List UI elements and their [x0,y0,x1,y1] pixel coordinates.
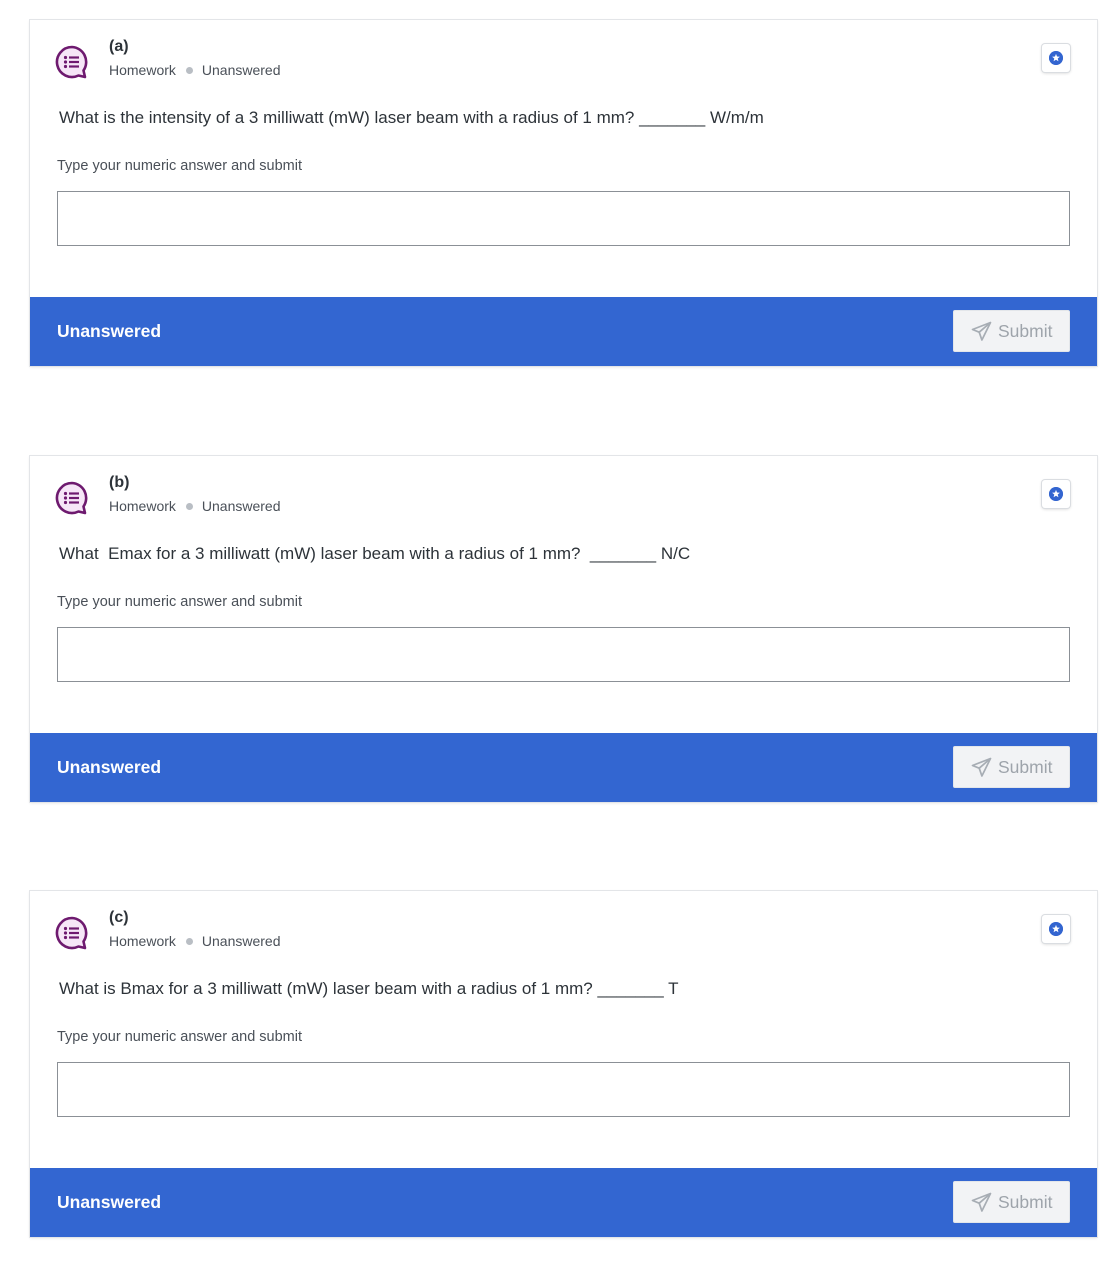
submit-label: Submit [998,321,1053,341]
answer-instruction: Type your numeric answer and submit [57,158,302,174]
star-icon [1049,487,1063,501]
submit-button[interactable]: Submit [953,746,1070,788]
question-card-a: (a) Homework Unanswered What is the inten… [30,20,1097,366]
status-label: Unanswered [201,498,281,514]
answer-instruction: Type your numeric answer and submit [57,1029,302,1045]
status-label: Unanswered [201,62,281,78]
category-label: Homework [109,933,176,949]
numeric-question-icon [55,45,88,79]
question-meta: Homework Unanswered [109,498,281,514]
answer-instruction: Type your numeric answer and submit [57,594,302,610]
question-text: What is the intensity of a 3 milliwatt (… [59,108,764,127]
status-label: Unanswered [201,933,281,949]
footer-status: Unanswered [57,757,162,777]
card-footer: Unanswered Submit [30,1168,1097,1237]
category-label: Homework [109,498,176,514]
card-footer: Unanswered Submit [30,297,1097,366]
numeric-question-icon [55,916,88,950]
question-text: What Emax for a 3 milliwatt (mW) laser b… [59,544,691,563]
separator-dot [185,938,193,946]
question-meta: Homework Unanswered [109,933,281,949]
send-icon [971,1192,992,1212]
send-icon [971,321,992,341]
footer-status: Unanswered [57,1192,162,1212]
question-meta: Homework Unanswered [109,62,281,78]
question-title: (b) [109,474,130,491]
question-card-b: (b) Homework Unanswered What Emax for a 3… [30,456,1097,802]
numeric-answer-input[interactable] [57,627,1070,682]
question-card-c: (c) Homework Unanswered What is Bmax for … [30,891,1097,1237]
send-icon [971,757,992,777]
star-icon [1049,51,1063,65]
numeric-question-icon [55,481,88,515]
card-footer: Unanswered Submit [30,733,1097,802]
numeric-answer-input[interactable] [57,1062,1070,1117]
separator-dot [185,67,193,75]
submit-label: Submit [998,1192,1053,1212]
question-text: What is Bmax for a 3 milliwatt (mW) lase… [59,979,679,998]
star-button[interactable] [1042,44,1070,72]
star-icon [1049,922,1063,936]
category-label: Homework [109,62,176,78]
question-title: (a) [109,38,129,55]
submit-label: Submit [998,757,1053,777]
submit-button[interactable]: Submit [953,310,1070,352]
star-button[interactable] [1042,480,1070,508]
numeric-answer-input[interactable] [57,191,1070,246]
separator-dot [185,503,193,511]
footer-status: Unanswered [57,321,162,341]
submit-button[interactable]: Submit [953,1181,1070,1223]
question-title: (c) [109,909,129,926]
star-button[interactable] [1042,915,1070,943]
